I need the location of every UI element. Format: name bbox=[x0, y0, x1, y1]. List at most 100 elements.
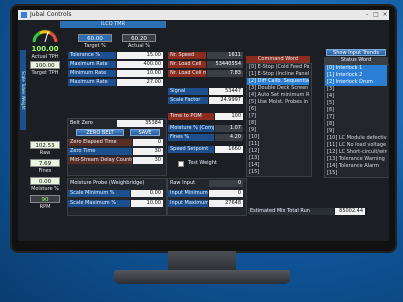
minimize-icon[interactable]: – bbox=[363, 11, 371, 19]
status-word-item[interactable]: [10] LC Module defective bbox=[325, 135, 387, 142]
command-word-item[interactable]: [11] bbox=[247, 141, 309, 148]
command-word-item[interactable]: [9] bbox=[247, 127, 309, 134]
moisture-comp-label: Moisture % (Comp.) bbox=[168, 125, 214, 132]
input-minimum-label: Input Minimum bbox=[168, 190, 208, 197]
fines-pct-value: 4.20 bbox=[215, 134, 243, 141]
command-word-item[interactable]: [6] bbox=[247, 106, 309, 113]
time-to-pom-value: 100 bbox=[215, 113, 243, 120]
actual-tph-value: 100.00 bbox=[31, 45, 59, 53]
gauge-icon bbox=[32, 29, 58, 43]
nr-load-cell-mv-value: 7.83 bbox=[207, 70, 243, 77]
moisture-comp-value: 1.07 bbox=[215, 125, 243, 132]
app-icon bbox=[21, 12, 27, 18]
status-word-item[interactable]: [1] Interlock 2 bbox=[325, 72, 387, 79]
belt-zero-value: 35384 bbox=[117, 120, 163, 127]
scale-factor-value: 24.9997 bbox=[209, 97, 243, 104]
status-word-item[interactable]: [5] bbox=[325, 100, 387, 107]
command-word-item[interactable]: [13] bbox=[247, 155, 309, 162]
status-word-item[interactable]: [3] bbox=[325, 86, 387, 93]
input-minimum-input[interactable]: 0 bbox=[209, 190, 243, 197]
rpm-label: RPM bbox=[39, 204, 51, 210]
raw-value: 102.53 bbox=[30, 141, 60, 149]
nr-load-cell-mv-label: Nr. Load Cell mV bbox=[168, 70, 206, 77]
scale-maximum-input[interactable]: 10.00 bbox=[131, 200, 163, 207]
command-word-item[interactable]: [12] bbox=[247, 148, 309, 155]
command-word-header: Command Word bbox=[246, 56, 310, 63]
status-word-item[interactable]: [12] LC Short-circuit/wire break bbox=[325, 149, 387, 156]
command-word-item[interactable]: [7] bbox=[247, 113, 309, 120]
command-word-item[interactable]: [5] Use Moist. Probes in calc. bbox=[247, 99, 309, 106]
nr-load-cell-value: 53440554 bbox=[207, 61, 243, 68]
status-word-item[interactable]: [15] bbox=[325, 170, 387, 177]
estimated-mix-value: 85002.44 bbox=[335, 208, 365, 215]
command-word-item[interactable]: [15] bbox=[247, 169, 309, 176]
window-title: Jubal Controls bbox=[30, 11, 72, 18]
show-input-trends-button[interactable]: Show Input Trends bbox=[326, 49, 386, 56]
status-word-item[interactable]: [9] bbox=[325, 128, 387, 135]
target-tph-label: Target TPH bbox=[31, 70, 59, 76]
mid-stream-delay-value: 30 bbox=[133, 157, 163, 164]
actual-pct-label: Actual % bbox=[127, 43, 150, 49]
command-word-item[interactable]: [4] Auto Set minimum Rate bbox=[247, 92, 309, 99]
time-to-pom-label: Time to POM bbox=[168, 113, 214, 120]
status-word-item[interactable]: [7] bbox=[325, 114, 387, 121]
target-tph-value[interactable]: 100.00 bbox=[30, 61, 60, 69]
status-word-item[interactable]: [8] bbox=[325, 121, 387, 128]
scale-minimum-input[interactable]: 0.00 bbox=[131, 190, 163, 197]
command-word-item[interactable]: [3] Double Deck Screen bbox=[247, 85, 309, 92]
raw-label: Raw bbox=[39, 150, 51, 156]
command-word-item[interactable]: [2] Diff Calib. Sequential Start bbox=[247, 78, 309, 85]
zero-time-label: Zero Time bbox=[68, 148, 132, 155]
test-weight-checkbox[interactable] bbox=[178, 161, 184, 167]
command-word-item[interactable]: [10] bbox=[247, 134, 309, 141]
close-icon[interactable]: × bbox=[381, 11, 389, 19]
zero-belt-button[interactable]: ZERO BELT bbox=[76, 129, 124, 136]
status-word-item[interactable]: [14] Tolerance Alarm bbox=[325, 163, 387, 170]
moisture-value: 0.00 bbox=[30, 177, 60, 185]
sub-header: ILCO TMR bbox=[60, 21, 166, 28]
command-word-item[interactable]: [1] E-Stop (Incline Panel) bbox=[247, 71, 309, 78]
command-word-item[interactable]: [0] E-Stop (Cold Feed Panel) bbox=[247, 64, 309, 71]
actual-pct-value: 60.20 bbox=[122, 34, 156, 42]
rpm-value: 90 bbox=[30, 195, 60, 203]
zero-time-input[interactable]: 30 bbox=[133, 148, 163, 155]
scale-factor-label: Scale Factor bbox=[168, 97, 208, 104]
signal-label: Signal bbox=[168, 88, 208, 95]
target-pct-value[interactable]: 60.00 bbox=[78, 34, 112, 42]
status-word-item[interactable]: [4] bbox=[325, 93, 387, 100]
zero-elapsed-label: Zero Elapsed Time bbox=[68, 139, 132, 146]
moisture-label: Moisture % bbox=[31, 186, 59, 192]
minimum-rate-label: Minimum Rate bbox=[68, 70, 116, 77]
status-word-item[interactable]: [0] Interlock 1 bbox=[325, 65, 387, 72]
speed-setpoint-input[interactable]: 1660 bbox=[215, 146, 243, 153]
nr-speed-value: 1611 bbox=[207, 52, 243, 59]
monitor-base bbox=[114, 270, 290, 284]
monitor-bezel: Jubal Controls – □ × ILCO TMR 100.00 Act… bbox=[12, 6, 395, 251]
fines-value: 7.69 bbox=[30, 159, 60, 167]
maximum-rate-2-input[interactable]: 27.00 bbox=[117, 79, 163, 86]
maximum-rate-input[interactable]: 400.00 bbox=[117, 61, 163, 68]
belt-zero-label: Belt Zero bbox=[70, 120, 93, 126]
status-word-item[interactable]: [6] bbox=[325, 107, 387, 114]
scale-minimum-label: Scale Minimum % bbox=[68, 190, 130, 197]
fines-label: Fines bbox=[38, 168, 52, 174]
maximize-icon[interactable]: □ bbox=[372, 11, 380, 19]
app-screen: Jubal Controls – □ × ILCO TMR 100.00 Act… bbox=[18, 10, 389, 241]
fines-pct-label: Fines % bbox=[168, 134, 214, 141]
tolerance-input[interactable]: 15.00 bbox=[117, 52, 163, 59]
raw-input-value: 0 bbox=[209, 180, 243, 187]
zero-elapsed-value: 0 bbox=[133, 139, 163, 146]
command-word-item[interactable]: [14] bbox=[247, 162, 309, 169]
minimum-rate-input[interactable]: 10.00 bbox=[117, 70, 163, 77]
nr-load-cell-label: Nr. Load Cell bbox=[168, 61, 206, 68]
estimated-mix-label: Estimated Mix Total Run bbox=[248, 208, 334, 215]
status-word-item[interactable]: [13] Tolerance Warning bbox=[325, 156, 387, 163]
maximum-rate-label: Maximum Rate bbox=[68, 61, 116, 68]
vertical-tab[interactable]: Scale Tubes Weight bbox=[20, 50, 26, 130]
status-word-item[interactable]: [2] Interlock Drum bbox=[325, 79, 387, 86]
nr-speed-label: Nr. Speed bbox=[168, 52, 206, 59]
save-button[interactable]: SAVE bbox=[130, 129, 160, 136]
input-maximum-input[interactable]: 27648 bbox=[209, 200, 243, 207]
status-word-item[interactable]: [11] LC No load voltage L+ bbox=[325, 142, 387, 149]
command-word-item[interactable]: [8] bbox=[247, 120, 309, 127]
